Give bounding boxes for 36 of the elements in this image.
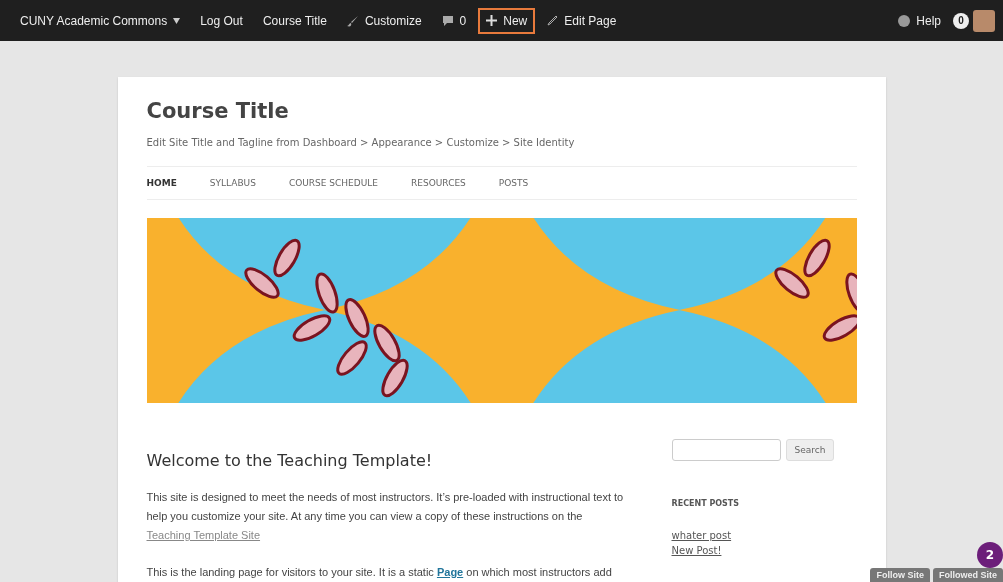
widget-title: RECENT POSTS [671,499,741,508]
text-link[interactable]: Page [436,566,464,578]
help-icon [898,14,911,27]
site-title: Course Title [146,99,290,123]
admin-bar-item[interactable]: Customize [338,7,430,34]
brush-icon [346,14,359,27]
pencil-icon [547,15,559,26]
admin-bar-item[interactable]: New [478,7,536,34]
admin-bar-item[interactable]: 0 [433,7,475,34]
admin-bar-item[interactable]: CUNY Academic Commons [12,7,189,34]
notification-count[interactable]: 0 [953,12,969,29]
post-link[interactable]: whater post [671,530,857,541]
speech-bubble-icon [441,14,454,27]
site-tagline: Edit Site Title and Tagline from Dashboard > Appearance > Customize > Site Identity [146,137,576,148]
admin-bar-item[interactable]: Edit Page [539,7,625,34]
avatar[interactable] [973,9,995,32]
search-field[interactable] [671,439,781,461]
nav-link[interactable]: COURSE SCHEDULE [288,178,378,188]
post-link[interactable]: New Post! [671,545,857,556]
caret-icon [173,17,181,24]
search-button[interactable]: Search [785,439,835,461]
admin-bar-item[interactable]: Course Title [254,7,335,34]
body-paragraph: This is the landing page for visitors to your site. It is a static Page on which most instructors add [146,565,613,580]
nav-link[interactable]: POSTS [498,178,529,188]
page-heading: Welcome to the Teaching Template! [146,451,434,470]
nav-link[interactable]: RESOURCES [411,178,466,188]
help-link[interactable]: Help [890,7,949,34]
follow-button[interactable]: Followed Site [933,568,1003,582]
follow-button[interactable]: Follow Site [870,568,930,582]
admin-bar-item[interactable]: Log Out [192,7,251,34]
text-link[interactable]: Teaching Template Site [146,529,261,541]
nav-link[interactable]: HOME [146,178,177,188]
nav-link[interactable]: SYLLABUS [209,178,256,188]
notification-badge[interactable]: 2 [977,542,1003,568]
body-paragraph: This site is designed to meet the needs of most instructors. It’s pre-loaded with instructional text to help you customize your site. At any time you can view a copy of these instructions on the Teaching Template Site [146,490,625,543]
plus-icon [486,15,498,26]
